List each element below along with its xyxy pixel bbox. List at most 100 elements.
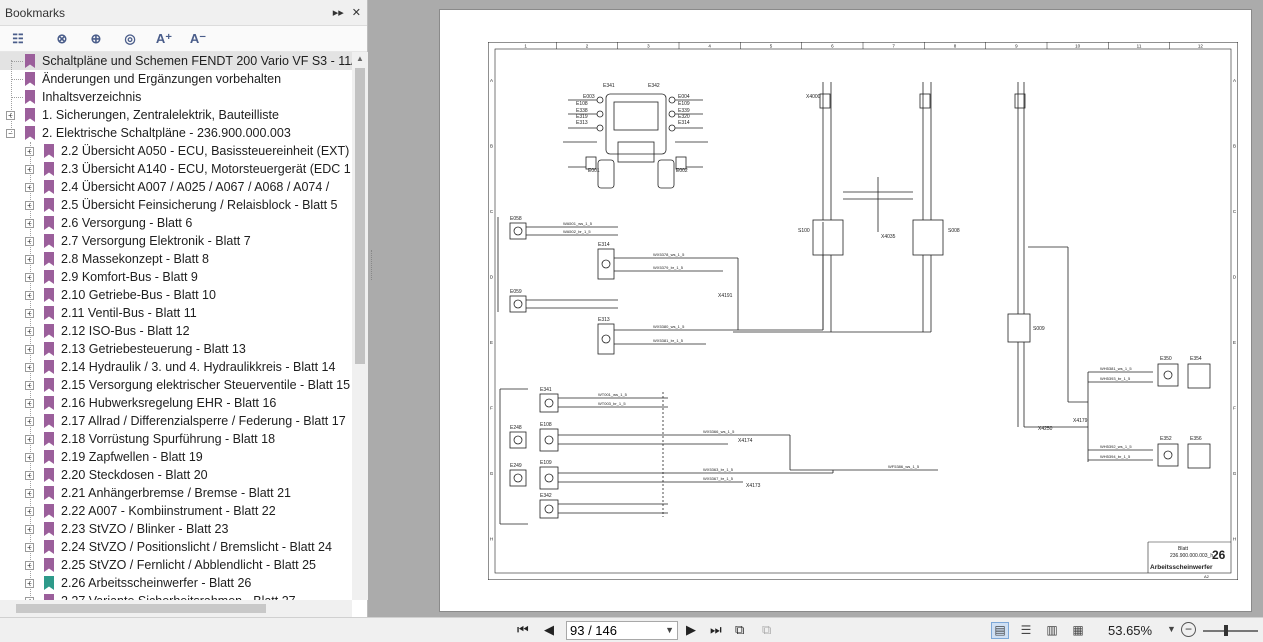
bookmark-item[interactable]: +2.6 Versorgung - Blatt 6 <box>0 214 352 232</box>
component-labels: E058 E314 E059 E313 E341 E248 E108 E249 E109 E342… <box>510 83 1202 499</box>
zoom-level[interactable]: 53.65% <box>1108 623 1152 638</box>
drawing-number: 236.900.000.003_h <box>1170 553 1213 559</box>
bookmarks-horizontal-scrollbar[interactable] <box>0 600 352 617</box>
bookmark-item[interactable]: +2.23 StVZO / Blinker - Blatt 23 <box>0 520 352 538</box>
wire-label: WA501_ws_1_5 <box>563 221 593 226</box>
bookmark-icon <box>25 72 35 86</box>
bookmark-item[interactable]: +2.21 Anhängerbremse / Bremse - Blatt 21 <box>0 484 352 502</box>
bookmark-item[interactable]: +2.27 Variante Sicherheitsrahmen - Blatt… <box>0 592 352 600</box>
bookmark-item[interactable]: +2.10 Getriebe-Bus - Blatt 10 <box>0 286 352 304</box>
continuous-facing-view-icon[interactable]: ▦ <box>1069 622 1087 639</box>
row-label: B <box>490 143 493 148</box>
bookmark-item[interactable]: +2.7 Versorgung Elektronik - Blatt 7 <box>0 232 352 250</box>
zoom-slider[interactable] <box>1203 630 1258 632</box>
bookmark-icon <box>25 126 35 140</box>
component-label: E342 <box>540 493 552 499</box>
bookmark-item[interactable]: +2.9 Komfort-Bus - Blatt 9 <box>0 268 352 286</box>
scroll-up-icon[interactable]: ▲ <box>352 52 368 66</box>
first-page-icon[interactable]: ⏮ <box>517 622 529 638</box>
bookmark-item[interactable]: Inhaltsverzeichnis <box>0 88 352 106</box>
new-bookmark-icon[interactable]: ⊕ <box>86 29 106 49</box>
bookmarks-header: Bookmarks ▸▸ ✕ <box>0 0 367 26</box>
bookmark-item[interactable]: Änderungen und Ergänzungen vorbehalten <box>0 70 352 88</box>
sheet-label: Blatt <box>1178 546 1189 552</box>
bookmarks-vertical-scrollbar[interactable]: ▲ <box>352 52 368 600</box>
column-label: 11 <box>1137 44 1142 49</box>
last-page-icon[interactable]: ⏭ <box>710 622 722 638</box>
reduce-text-icon[interactable]: A⁻ <box>188 29 208 49</box>
zoom-slider-thumb[interactable] <box>1224 625 1228 636</box>
continuous-view-icon[interactable]: ☰ <box>1017 622 1035 639</box>
bookmark-label: Änderungen und Ergänzungen vorbehalten <box>42 72 282 86</box>
bookmark-item[interactable]: +2.14 Hydraulik / 3. und 4. Hydraulikkre… <box>0 358 352 376</box>
bookmark-item[interactable]: +2.4 Übersicht A007 / A025 / A067 / A068… <box>0 178 352 196</box>
row-label: C <box>1233 209 1237 214</box>
bookmark-item[interactable]: +2.15 Versorgung elektrischer Steuervent… <box>0 376 352 394</box>
delete-bookmark-icon[interactable]: ⊗ <box>52 29 72 49</box>
row-label: D <box>1233 274 1237 279</box>
bookmark-item[interactable]: +1. Sicherungen, Zentralelektrik, Bautei… <box>0 106 352 124</box>
component-label: E249 <box>510 463 522 469</box>
component-label: X4174 <box>738 438 753 444</box>
bookmark-label: 2.3 Übersicht A140 - ECU, Motorsteuerger… <box>61 162 351 176</box>
column-label: 3 <box>647 44 650 49</box>
row-label: A <box>490 78 493 83</box>
bookmark-item[interactable]: +2.18 Vorrüstung Spurführung - Blatt 18 <box>0 430 352 448</box>
bookmark-icon <box>44 144 54 158</box>
bookmark-search-icon[interactable]: ◎ <box>120 29 140 49</box>
bookmark-item[interactable]: +2.5 Übersicht Feinsicherung / Relaisblo… <box>0 196 352 214</box>
bookmark-item[interactable]: +2.3 Übersicht A140 - ECU, Motorsteuerge… <box>0 160 352 178</box>
bookmark-item[interactable]: +2.8 Massekonzept - Blatt 8 <box>0 250 352 268</box>
enlarge-text-icon[interactable]: A⁺ <box>154 29 174 49</box>
bookmark-item[interactable]: +2.2 Übersicht A050 - ECU, Basissteuerei… <box>0 142 352 160</box>
component-label: S009 <box>1033 326 1045 332</box>
bookmark-item[interactable]: Schaltpläne und Schemen FENDT 200 Vario … <box>0 52 352 70</box>
wire-label: WH5392_ws_1_5 <box>1100 444 1132 449</box>
options-icon[interactable]: ☷ <box>8 29 28 49</box>
bookmark-label: 2.22 A007 - Kombiinstrument - Blatt 22 <box>61 504 276 518</box>
previous-page-icon[interactable]: ◀ <box>544 622 554 638</box>
bookmark-item[interactable]: +2.11 Ventil-Bus - Blatt 11 <box>0 304 352 322</box>
zoom-out-icon[interactable]: − <box>1181 622 1196 637</box>
bookmark-item[interactable]: +2.17 Allrad / Differenzialsperre / Fede… <box>0 412 352 430</box>
column-label: 8 <box>954 44 957 49</box>
previous-view-icon[interactable]: ⧉ <box>735 622 744 638</box>
single-page-view-icon[interactable]: ▤ <box>991 622 1009 639</box>
bookmarks-panel: Bookmarks ▸▸ ✕ ☷ ⊗ ⊕ ◎ A⁺ A⁻ Schaltpläne… <box>0 0 368 617</box>
bookmark-icon <box>44 360 54 374</box>
zoom-dropdown-icon[interactable]: ▼ <box>1167 624 1176 634</box>
bookmark-item[interactable]: +2.22 A007 - Kombiinstrument - Blatt 22 <box>0 502 352 520</box>
chevron-down-icon[interactable]: ▼ <box>665 622 674 639</box>
wiring-diagram: 1 2 3 4 5 6 7 8 9 10 11 12 A AB BC CD DE EF FG GH H <box>488 42 1238 580</box>
bookmark-item[interactable]: +2.20 Steckdosen - Blatt 20 <box>0 466 352 484</box>
row-label: D <box>490 274 494 279</box>
close-panel-icon[interactable]: ✕ <box>352 6 361 19</box>
bookmark-item[interactable]: +2.25 StVZO / Fernlicht / Abblendlicht -… <box>0 556 352 574</box>
bookmark-item[interactable]: +2.12 ISO-Bus - Blatt 12 <box>0 322 352 340</box>
scroll-thumb[interactable] <box>355 68 365 364</box>
panel-splitter[interactable] <box>371 250 375 280</box>
collapse-panel-icon[interactable]: ▸▸ <box>333 6 344 19</box>
bookmark-item[interactable]: +2.16 Hubwerksregelung EHR - Blatt 16 <box>0 394 352 412</box>
component-label: E109 <box>678 101 690 107</box>
wire-label: WX5363_br_1_5 <box>703 467 734 472</box>
status-toolbar: ⏮ ◀ 93 / 146 ▼ ▶ ⏭ ⧉ ⧉ ▤ ☰ ▥ ▦ 53.65% ▼ … <box>0 617 1263 642</box>
bookmark-item[interactable]: −2. Elektrische Schaltpläne - 236.900.00… <box>0 124 352 142</box>
component-label: S100 <box>798 228 810 234</box>
bookmark-item[interactable]: +2.24 StVZO / Positionslicht / Bremslich… <box>0 538 352 556</box>
bookmark-icon <box>44 558 54 572</box>
hscroll-thumb[interactable] <box>16 604 266 613</box>
bookmark-label: 2.25 StVZO / Fernlicht / Abblendlicht - … <box>61 558 316 572</box>
page-number-input[interactable]: 93 / 146 ▼ <box>566 621 678 640</box>
next-page-icon[interactable]: ▶ <box>686 622 696 638</box>
bookmark-icon <box>44 576 54 590</box>
bookmark-item[interactable]: +2.13 Getriebesteuerung - Blatt 13 <box>0 340 352 358</box>
bookmark-label: 2.4 Übersicht A007 / A025 / A067 / A068 … <box>61 180 330 194</box>
bookmark-item[interactable]: +2.19 Zapfwellen - Blatt 19 <box>0 448 352 466</box>
next-view-icon[interactable]: ⧉ <box>762 622 771 638</box>
column-label: 10 <box>1075 44 1081 49</box>
facing-view-icon[interactable]: ▥ <box>1043 622 1061 639</box>
title-block: Blatt 236.900.000.003_h 26 Arbeitsschein… <box>1147 541 1231 579</box>
bookmark-icon <box>44 450 54 464</box>
bookmark-item[interactable]: +2.26 Arbeitsscheinwerfer - Blatt 26 <box>0 574 352 592</box>
